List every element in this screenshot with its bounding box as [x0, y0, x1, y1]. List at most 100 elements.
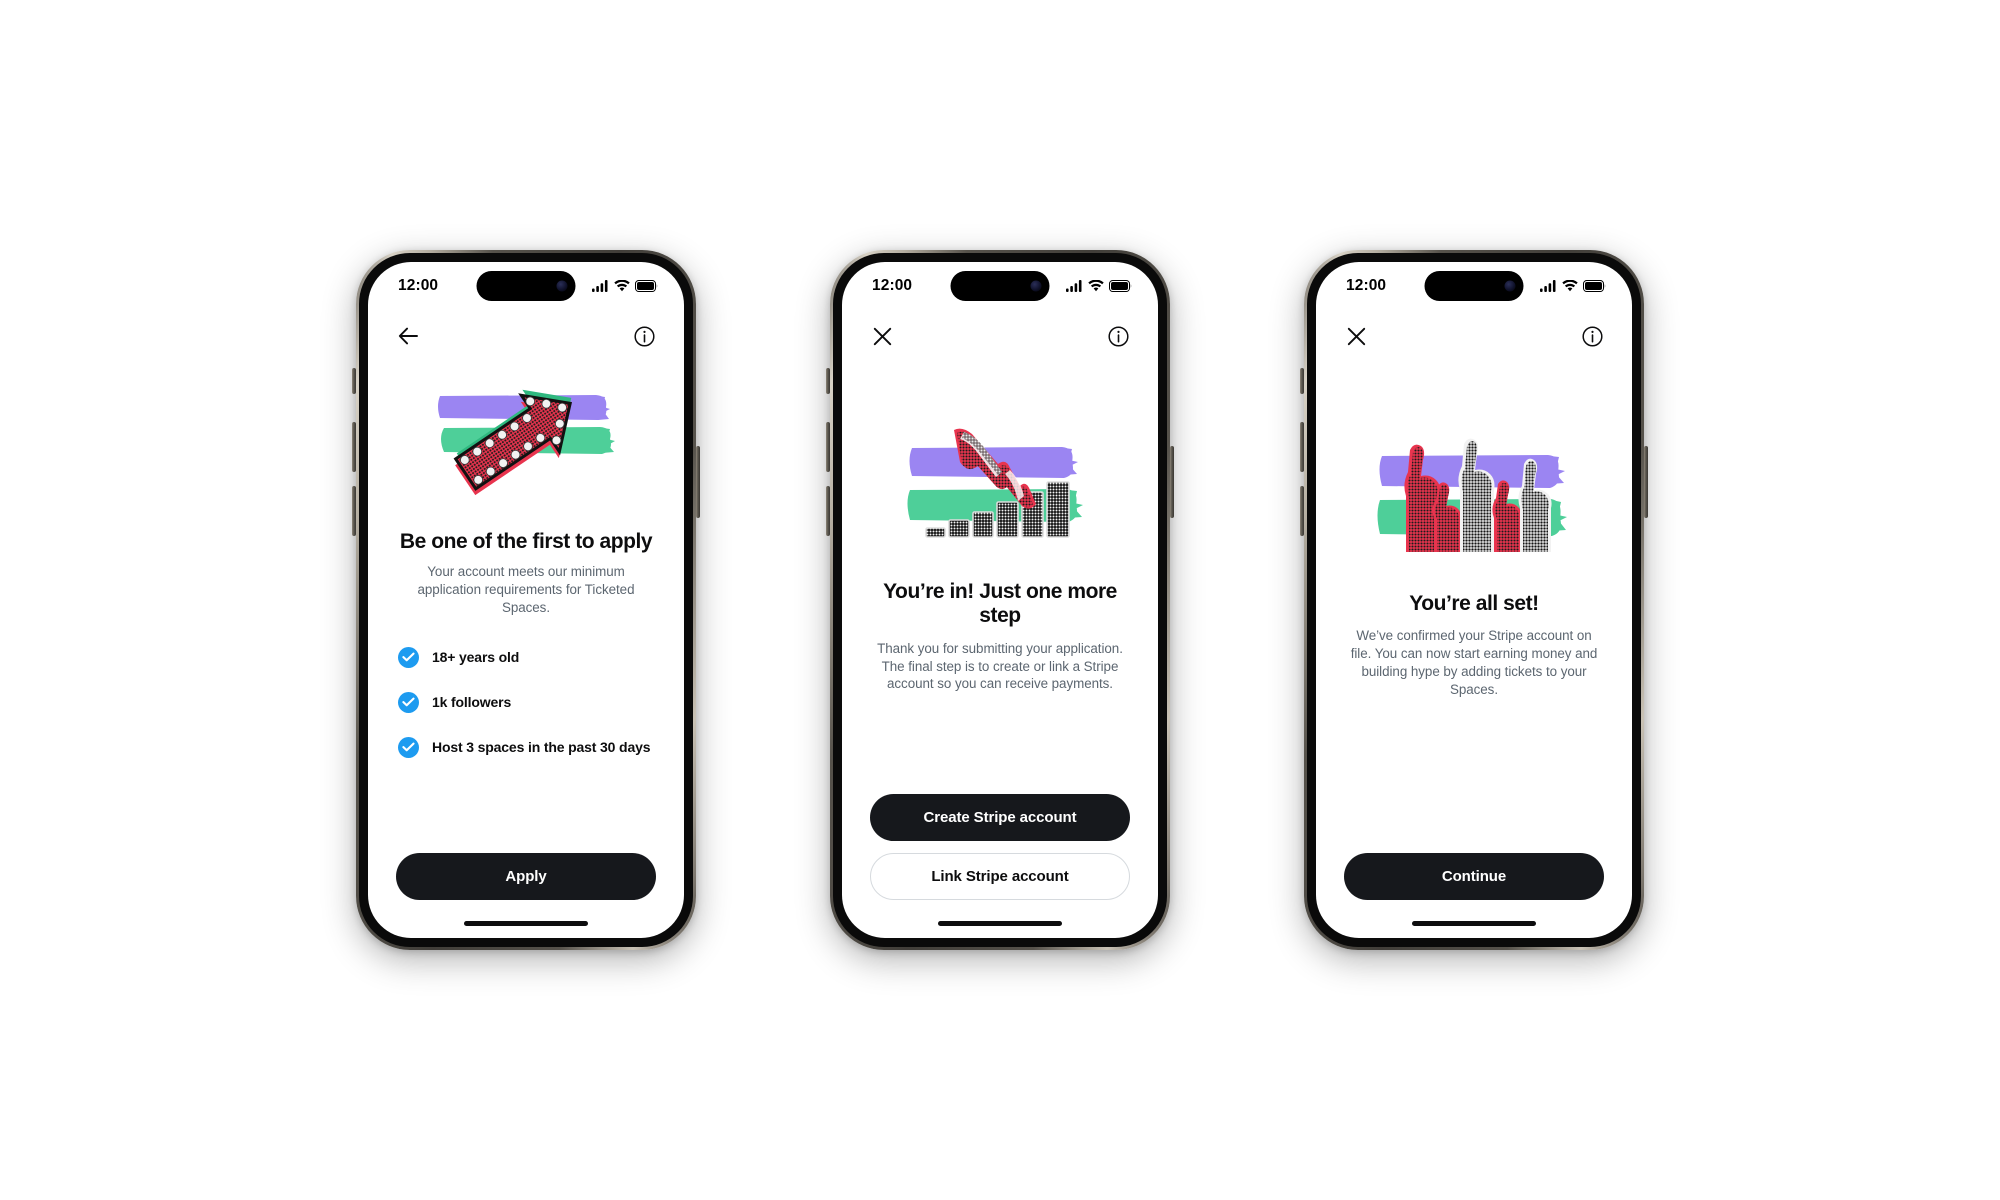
phone-one-more-step-screen: 12:00 You’re in! Just one more step Than… [826, 250, 1174, 950]
status-bar: 12:00 [842, 262, 1158, 310]
status-bar-time: 12:00 [1346, 277, 1387, 294]
navigation-bar [842, 310, 1158, 362]
checklist-item-label: 18+ years old [432, 649, 520, 666]
checklist-item-label: 1k followers [432, 694, 512, 711]
navigation-bar [368, 310, 684, 362]
status-bar: 12:00 [1316, 262, 1632, 310]
checklist-item: Host 3 spaces in the past 30 days [398, 736, 654, 758]
status-bar-indicators [1066, 280, 1132, 292]
volume-down-button[interactable] [352, 486, 356, 536]
link-stripe-account-button[interactable]: Link Stripe account [870, 853, 1130, 900]
close-icon[interactable] [1342, 322, 1370, 350]
screen-content-apply: Be one of the first to apply Your accoun… [368, 362, 684, 908]
silent-switch[interactable] [352, 368, 356, 394]
checklist-item-label: Host 3 spaces in the past 30 days [432, 739, 651, 756]
phone-all-set-screen: 12:00 You’re all set! We’ve confirmed yo… [1300, 250, 1648, 950]
cellular-bars-icon [1540, 280, 1556, 292]
info-circle-glyph [633, 325, 655, 347]
page-subtext: Thank you for submitting your applicatio… [877, 640, 1123, 692]
dynamic-island [1424, 271, 1524, 301]
wifi-icon [614, 280, 630, 292]
phone-bezel: 12:00 [359, 253, 693, 947]
thumbs-up-hands-illustration [1344, 434, 1604, 564]
page-headline: You’re all set! [1409, 592, 1539, 615]
home-indicator-area [842, 908, 1158, 938]
continue-button[interactable]: Continue [1344, 853, 1604, 900]
dynamic-island [950, 271, 1050, 301]
check-glyph [402, 697, 415, 707]
nav-left-group [868, 322, 896, 350]
nav-left-group [1342, 322, 1370, 350]
volume-up-button[interactable] [1300, 422, 1304, 472]
check-circle-icon [398, 691, 419, 713]
status-bar-time: 12:00 [872, 277, 913, 294]
power-button[interactable] [696, 446, 700, 518]
silent-switch[interactable] [1300, 368, 1304, 394]
requirements-checklist: 18+ years old 1k followers Host 3 spaces… [396, 646, 656, 758]
status-bar-time: 12:00 [398, 277, 439, 294]
checklist-item: 1k followers [398, 691, 654, 713]
close-icon[interactable] [868, 322, 896, 350]
page-headline: Be one of the first to apply [399, 530, 653, 553]
hand-coins-illustration [870, 428, 1130, 554]
home-indicator[interactable] [464, 920, 588, 926]
volume-down-button[interactable] [826, 486, 830, 536]
power-button[interactable] [1170, 446, 1174, 518]
check-circle-icon [398, 646, 419, 668]
thumbs-up-hands-art [1377, 438, 1567, 552]
check-glyph [402, 742, 415, 752]
phone-apply-screen: 12:00 Be one of the first to apply Your … [352, 250, 700, 950]
close-glyph [1347, 327, 1365, 345]
nav-right-group [630, 322, 658, 350]
navigation-bar [1316, 310, 1632, 362]
front-camera-icon [556, 280, 568, 292]
home-indicator-area [1316, 908, 1632, 938]
cellular-bars-icon [592, 280, 608, 292]
home-indicator[interactable] [938, 920, 1062, 926]
info-circle-icon[interactable] [630, 322, 658, 350]
screen-all-set: 12:00 You’re all set! We’ve confirmed yo… [1316, 262, 1632, 938]
action-buttons: Continue [1344, 853, 1604, 908]
screen-content-all-set: You’re all set! We’ve confirmed your Str… [1316, 362, 1632, 908]
hand-coins-art [907, 428, 1083, 538]
nav-left-group [394, 322, 422, 350]
screen-content-one-more-step: You’re in! Just one more step Thank you … [842, 362, 1158, 908]
silent-switch[interactable] [826, 368, 830, 394]
action-buttons: Create Stripe account Link Stripe accoun… [870, 794, 1130, 908]
info-circle-glyph [1581, 325, 1603, 347]
create-stripe-account-button[interactable]: Create Stripe account [870, 794, 1130, 841]
apply-button[interactable]: Apply [396, 853, 656, 900]
page-subtext: Your account meets our minimum applicati… [417, 564, 635, 616]
info-circle-icon[interactable] [1104, 322, 1132, 350]
status-bar: 12:00 [368, 262, 684, 310]
battery-full-icon [1109, 280, 1132, 292]
info-circle-icon[interactable] [1578, 322, 1606, 350]
marquee-arrow-illustration [396, 376, 656, 506]
volume-up-button[interactable] [352, 422, 356, 472]
check-glyph [402, 652, 415, 662]
close-glyph [873, 327, 891, 345]
status-bar-indicators [592, 280, 658, 292]
volume-down-button[interactable] [1300, 486, 1304, 536]
volume-up-button[interactable] [826, 422, 830, 472]
status-bar-indicators [1540, 280, 1606, 292]
check-circle-icon [398, 736, 419, 758]
wifi-icon [1088, 280, 1104, 292]
nav-right-group [1104, 322, 1132, 350]
wifi-icon [1562, 280, 1578, 292]
info-circle-glyph [1107, 325, 1129, 347]
checklist-item: 18+ years old [398, 646, 654, 668]
home-indicator[interactable] [1412, 920, 1536, 926]
back-arrow-icon[interactable] [394, 322, 422, 350]
battery-full-icon [635, 280, 658, 292]
front-camera-icon [1504, 280, 1516, 292]
action-buttons: Apply [396, 853, 656, 908]
battery-full-icon [1583, 280, 1606, 292]
cellular-bars-icon [1066, 280, 1082, 292]
power-button[interactable] [1644, 446, 1648, 518]
nav-right-group [1578, 322, 1606, 350]
phone-mockup-stage: 12:00 Be one of the first to apply Your … [0, 0, 2000, 1200]
screen-apply: 12:00 Be one of the first to apply Your … [368, 262, 684, 938]
